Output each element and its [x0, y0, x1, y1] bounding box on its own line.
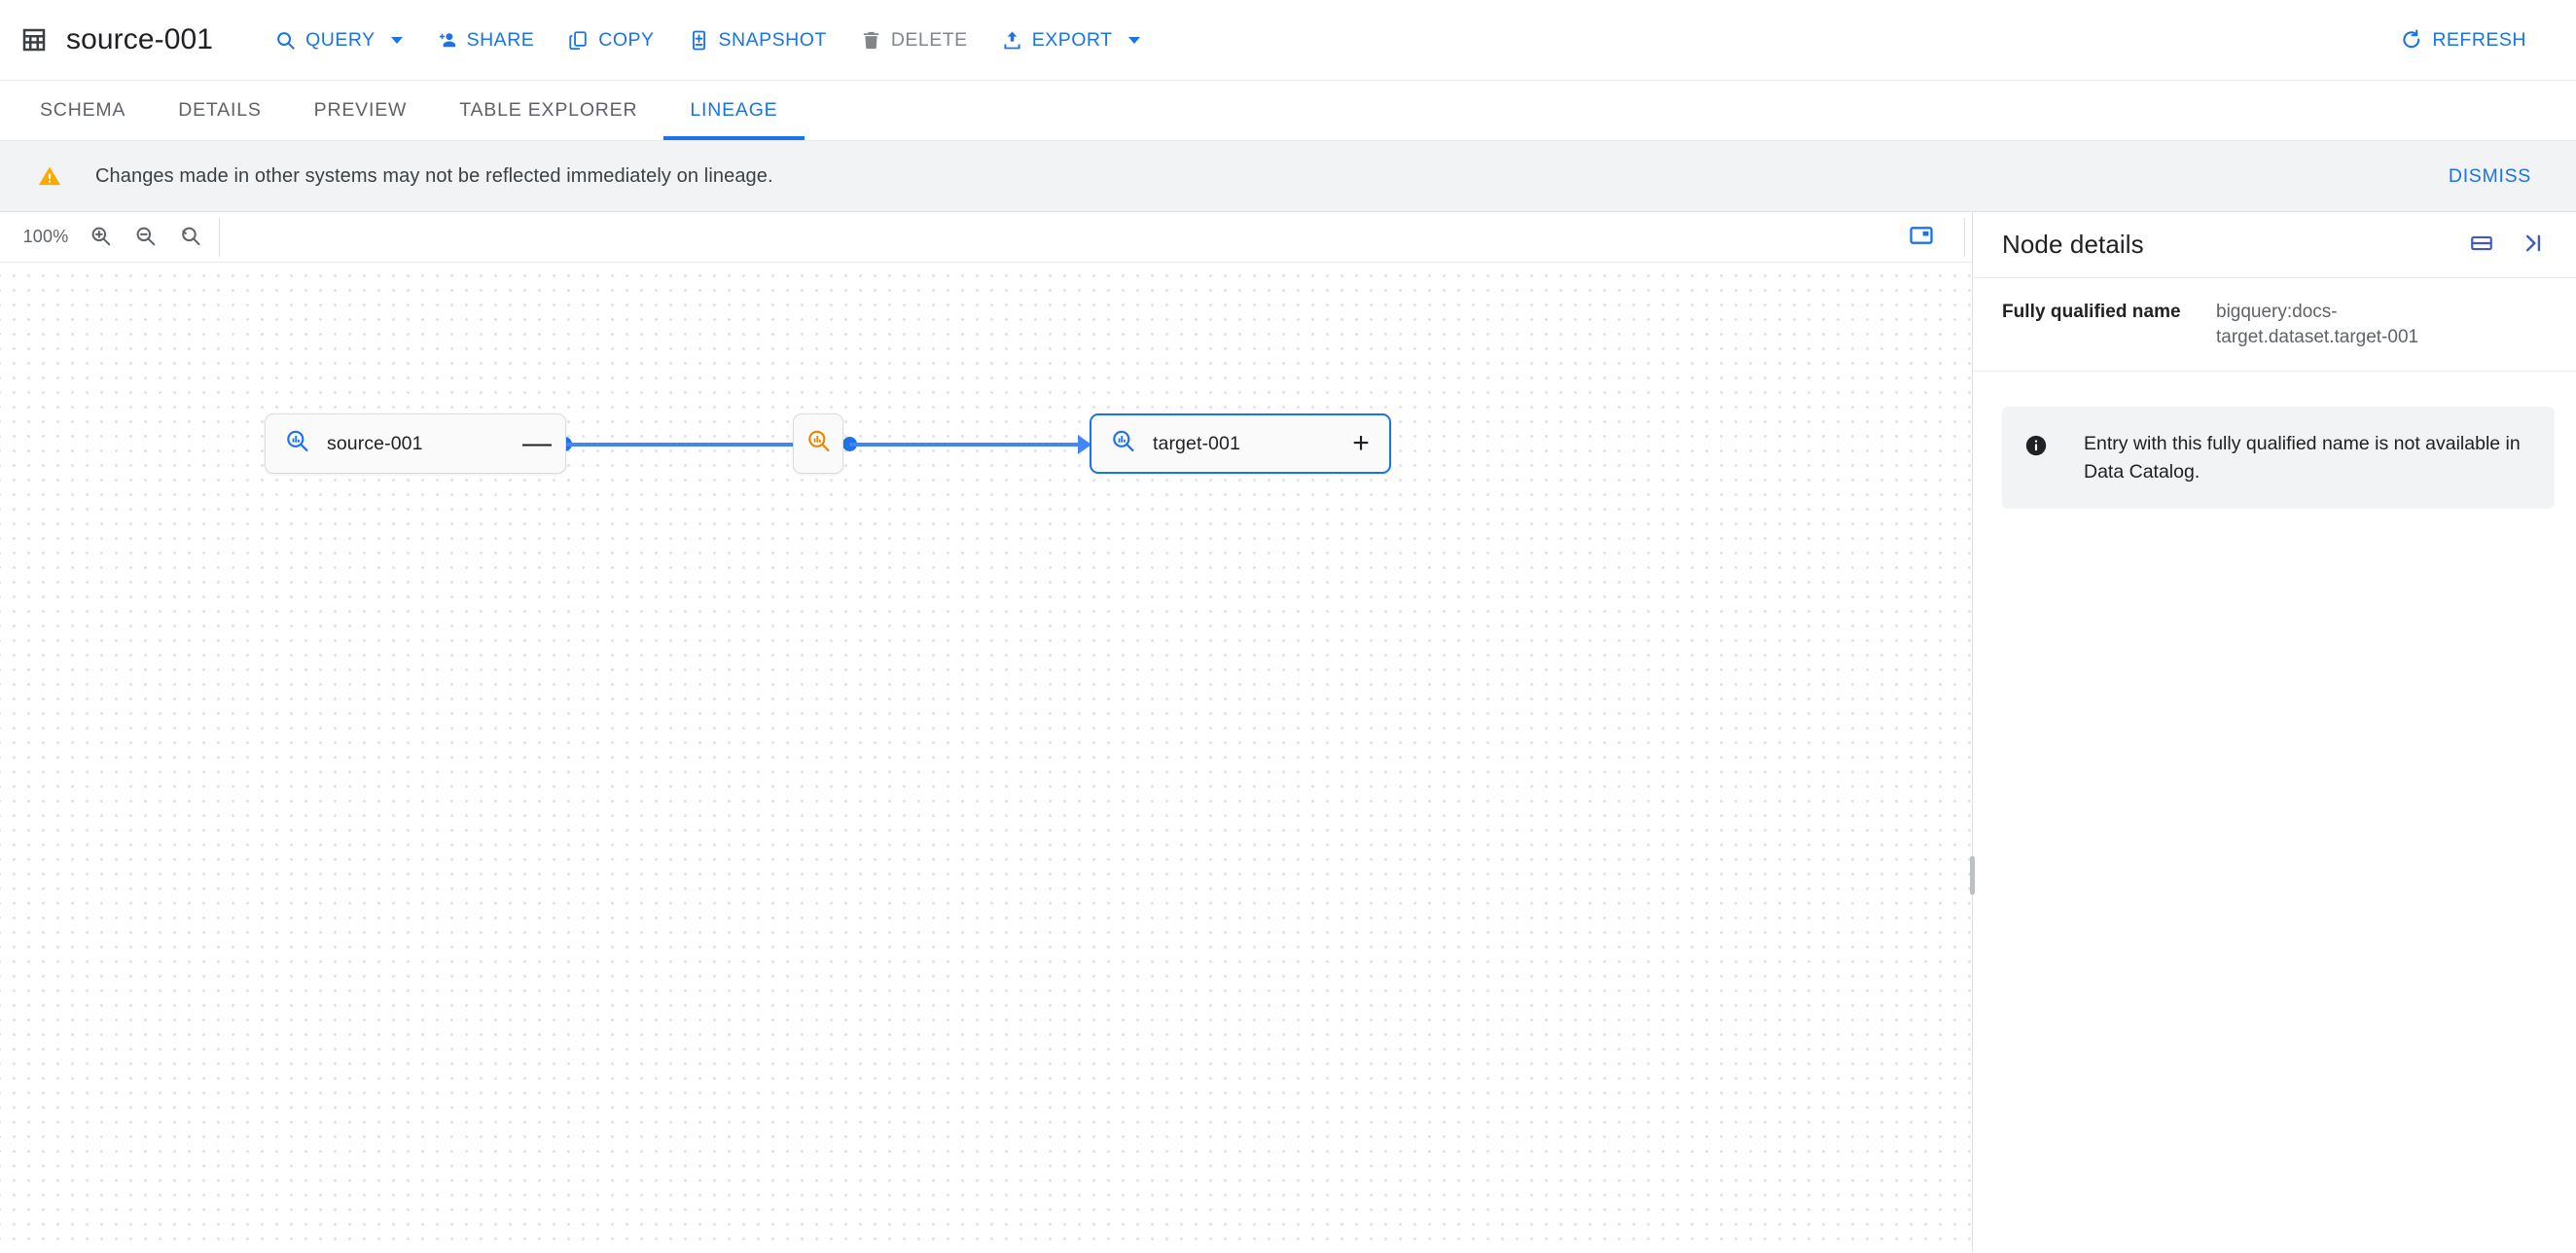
detail-value: bigquery:docs-target.dataset.target-001	[2216, 302, 2419, 347]
detail-key: Fully qualified name	[2002, 302, 2181, 322]
zoom-in-button[interactable]	[78, 215, 123, 260]
lineage-graph-column: 100% source-001 — target-001 +	[0, 212, 1975, 1252]
app-bar: source-001 QUERY SHARE COPY SNAPSHOT DEL…	[0, 0, 2576, 81]
chevron-down-icon	[1127, 36, 1140, 44]
app-bar-actions: QUERY SHARE COPY SNAPSHOT DELETE EXPORT	[258, 16, 1156, 64]
chevron-down-icon	[390, 36, 403, 44]
lineage-node-label: target-001	[1153, 432, 1240, 454]
tab-preview[interactable]: PREVIEW	[288, 81, 434, 140]
zoom-reset-button[interactable]	[167, 215, 212, 260]
bigquery-table-search-icon	[1109, 427, 1137, 460]
zoom-reset-icon	[178, 224, 202, 251]
zoom-level-label: 100%	[22, 227, 69, 246]
tab-label: SCHEMA	[40, 99, 126, 121]
toolbar-divider	[1964, 217, 1965, 257]
app-bar-right: REFRESH	[2383, 16, 2543, 64]
snapshot-button[interactable]: SNAPSHOT	[671, 16, 843, 64]
collapse-right-icon	[2520, 231, 2545, 259]
banner-message: Changes made in other systems may not be…	[95, 164, 773, 187]
copy-label: COPY	[598, 28, 655, 51]
export-label: EXPORT	[1031, 28, 1113, 51]
detail-row-fully-qualified-name: Fully qualified name bigquery:docs-targe…	[1973, 278, 2576, 373]
dataflow-process-search-icon	[805, 427, 833, 460]
refresh-icon	[2400, 28, 2423, 52]
lineage-node-target-001[interactable]: target-001 +	[1090, 413, 1391, 474]
minimap-toggle-button[interactable]	[1899, 215, 1944, 260]
lineage-warning-banner: Changes made in other systems may not be…	[0, 141, 2576, 212]
tab-table-explorer[interactable]: TABLE EXPLORER	[433, 81, 663, 140]
collapse-panel-button[interactable]	[2512, 225, 2553, 266]
share-button[interactable]: SHARE	[419, 16, 552, 64]
graph-toolbar: 100%	[0, 212, 1972, 263]
delete-label: DELETE	[890, 28, 968, 51]
warning-triangle-icon	[37, 163, 62, 189]
refresh-label: REFRESH	[2432, 28, 2526, 51]
app-bar-left: source-001	[19, 23, 213, 56]
lineage-node-process[interactable]	[793, 413, 843, 474]
tab-lineage[interactable]: LINEAGE	[663, 81, 805, 140]
zoom-out-icon	[133, 224, 158, 251]
node-details-panel: Node details Fully qualified name bigque…	[1973, 212, 2576, 1252]
panel-resize-handle[interactable]	[1970, 856, 1975, 895]
lineage-node-label: source-001	[327, 432, 423, 454]
collapse-button[interactable]: —	[509, 414, 565, 473]
copy-icon	[567, 29, 590, 52]
info-circle-icon	[2023, 433, 2049, 458]
minimap-toggle-icon	[1908, 222, 1935, 252]
split-pane-button[interactable]	[2461, 225, 2502, 266]
snapshot-label: SNAPSHOT	[718, 28, 827, 51]
catalog-info-message: Entry with this fully qualified name is …	[2084, 433, 2521, 483]
dismiss-button[interactable]: DISMISS	[2437, 156, 2543, 197]
tab-schema[interactable]: SCHEMA	[14, 81, 152, 140]
trash-icon	[860, 29, 882, 52]
catalog-info-box: Entry with this fully qualified name is …	[2002, 407, 2555, 509]
share-label: SHARE	[466, 28, 535, 51]
person-add-icon	[436, 29, 458, 52]
lineage-canvas[interactable]: source-001 — target-001 +	[0, 263, 1972, 1252]
bigquery-table-search-icon	[283, 427, 311, 460]
edge-process-to-target	[849, 442, 1083, 447]
node-details-title: Node details	[2002, 230, 2144, 259]
delete-button[interactable]: DELETE	[843, 16, 984, 64]
tab-bar: SCHEMA DETAILS PREVIEW TABLE EXPLORER LI…	[0, 81, 2576, 141]
tab-label: DETAILS	[178, 99, 262, 121]
edge-source-to-process	[564, 442, 798, 447]
node-details-header-actions	[2461, 225, 2553, 266]
tab-label: TABLE EXPLORER	[459, 99, 638, 121]
toolbar-divider	[219, 217, 220, 257]
export-upload-icon	[1001, 29, 1023, 52]
page-title: source-001	[66, 23, 214, 55]
export-button[interactable]: EXPORT	[984, 16, 1157, 64]
lineage-body: 100% source-001 — target-001 + Node deta…	[0, 212, 2576, 1252]
zoom-in-icon	[89, 224, 113, 251]
node-details-header: Node details	[1973, 212, 2576, 278]
expand-button[interactable]: +	[1333, 415, 1389, 472]
query-label: QUERY	[305, 28, 376, 51]
copy-button[interactable]: COPY	[551, 16, 670, 64]
lineage-node-source-001[interactable]: source-001 —	[265, 413, 566, 474]
query-button[interactable]: QUERY	[258, 16, 419, 64]
snapshot-icon	[688, 29, 710, 52]
zoom-out-button[interactable]	[123, 215, 167, 260]
tab-label: PREVIEW	[313, 99, 408, 121]
search-icon	[274, 29, 297, 52]
refresh-button[interactable]: REFRESH	[2383, 16, 2543, 64]
tab-label: LINEAGE	[690, 99, 778, 121]
split-pane-icon	[2469, 231, 2494, 259]
tab-details[interactable]: DETAILS	[152, 81, 287, 140]
table-grid-icon	[19, 25, 49, 54]
